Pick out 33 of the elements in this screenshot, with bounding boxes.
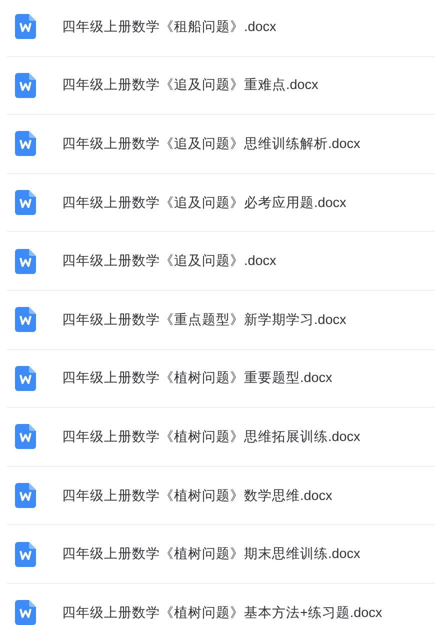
file-row[interactable]: 四年级上册数学《追及问题》必考应用题.docx (7, 174, 435, 232)
file-name: 四年级上册数学《租船问题》.docx (62, 18, 276, 36)
file-name: 四年级上册数学《植树问题》数学思维.docx (62, 486, 332, 505)
word-document-icon (15, 600, 36, 625)
word-document-icon (15, 307, 36, 332)
file-name: 四年级上册数学《追及问题》思维训练解析.docx (62, 134, 360, 153)
word-document-icon (15, 14, 36, 40)
file-name: 四年级上册数学《追及问题》重难点.docx (62, 76, 318, 94)
word-document-icon (15, 542, 36, 567)
word-document-icon (15, 248, 36, 274)
file-name: 四年级上册数学《重点题型》新学期学习.docx (62, 310, 346, 329)
word-document-icon (15, 72, 36, 98)
file-row[interactable]: 四年级上册数学《追及问题》思维训练解析.docx (7, 115, 435, 174)
file-row[interactable]: 四年级上册数学《追及问题》.docx (7, 232, 435, 291)
file-name: 四年级上册数学《追及问题》必考应用题.docx (62, 194, 346, 212)
word-document-icon (15, 424, 36, 450)
file-row[interactable]: 四年级上册数学《植树问题》期末思维训练.docx (7, 525, 435, 584)
file-name: 四年级上册数学《植树问题》基本方法+练习题.docx (62, 604, 382, 622)
word-document-icon (15, 366, 36, 391)
file-row[interactable]: 四年级上册数学《植树问题》数学思维.docx (7, 466, 435, 526)
word-document-icon (15, 131, 36, 156)
file-name: 四年级上册数学《植树问题》重要题型.docx (62, 369, 332, 388)
file-name: 四年级上册数学《植树问题》期末思维训练.docx (62, 545, 360, 564)
file-row[interactable]: 四年级上册数学《租船问题》.docx (7, 0, 435, 57)
word-document-icon (15, 190, 36, 216)
file-row[interactable]: 四年级上册数学《重点题型》新学期学习.docx (7, 290, 435, 350)
file-row[interactable]: 四年级上册数学《植树问题》基本方法+练习题.docx (7, 584, 435, 625)
word-document-icon (15, 483, 36, 508)
file-row[interactable]: 四年级上册数学《植树问题》思维拓展训练.docx (7, 408, 435, 467)
file-name: 四年级上册数学《追及问题》.docx (62, 252, 276, 270)
file-row[interactable]: 四年级上册数学《追及问题》重难点.docx (7, 56, 435, 116)
file-row[interactable]: 四年级上册数学《植树问题》重要题型.docx (7, 350, 435, 408)
file-name: 四年级上册数学《植树问题》思维拓展训练.docx (62, 428, 360, 446)
